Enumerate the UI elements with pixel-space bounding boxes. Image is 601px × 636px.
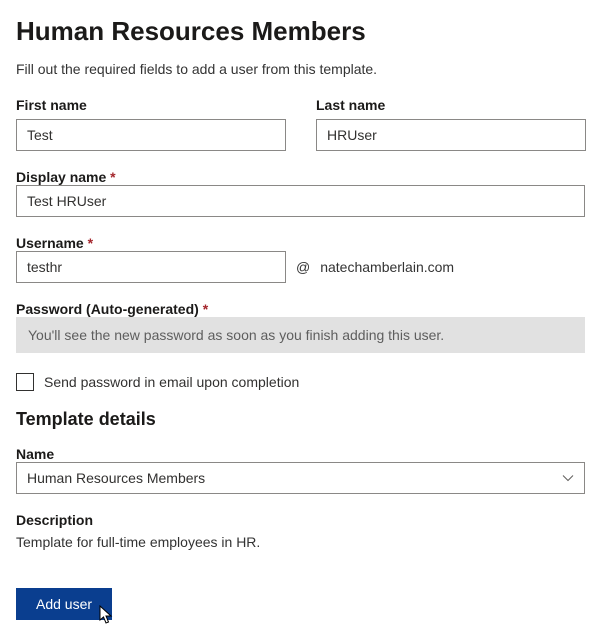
intro-text: Fill out the required fields to add a us… xyxy=(16,61,585,77)
send-password-label: Send password in email upon completion xyxy=(44,374,299,390)
display-name-label: Display name * xyxy=(16,169,116,185)
last-name-label: Last name xyxy=(316,97,586,113)
page-title: Human Resources Members xyxy=(16,16,585,47)
description-text: Template for full-time employees in HR. xyxy=(16,534,585,550)
at-symbol: @ xyxy=(296,259,310,275)
domain-text: natechamberlain.com xyxy=(320,259,454,275)
description-label: Description xyxy=(16,512,93,528)
template-name-select[interactable]: Human Resources Members xyxy=(16,462,585,494)
username-label: Username * xyxy=(16,235,93,251)
password-hint-box: You'll see the new password as soon as y… xyxy=(16,317,585,353)
required-asterisk: * xyxy=(110,169,115,185)
first-name-input[interactable] xyxy=(16,119,286,151)
chevron-down-icon xyxy=(562,472,574,484)
template-name-value: Human Resources Members xyxy=(27,470,205,486)
display-name-input[interactable] xyxy=(16,185,585,217)
template-details-heading: Template details xyxy=(16,409,585,430)
cursor-icon xyxy=(96,604,116,629)
required-asterisk: * xyxy=(88,235,93,251)
send-password-checkbox[interactable] xyxy=(16,373,34,391)
username-input[interactable] xyxy=(16,251,286,283)
first-name-label: First name xyxy=(16,97,286,113)
template-name-label: Name xyxy=(16,446,54,462)
last-name-input[interactable] xyxy=(316,119,586,151)
add-user-button[interactable]: Add user xyxy=(16,588,112,620)
password-label: Password (Auto-generated) * xyxy=(16,301,208,317)
required-asterisk: * xyxy=(203,301,208,317)
